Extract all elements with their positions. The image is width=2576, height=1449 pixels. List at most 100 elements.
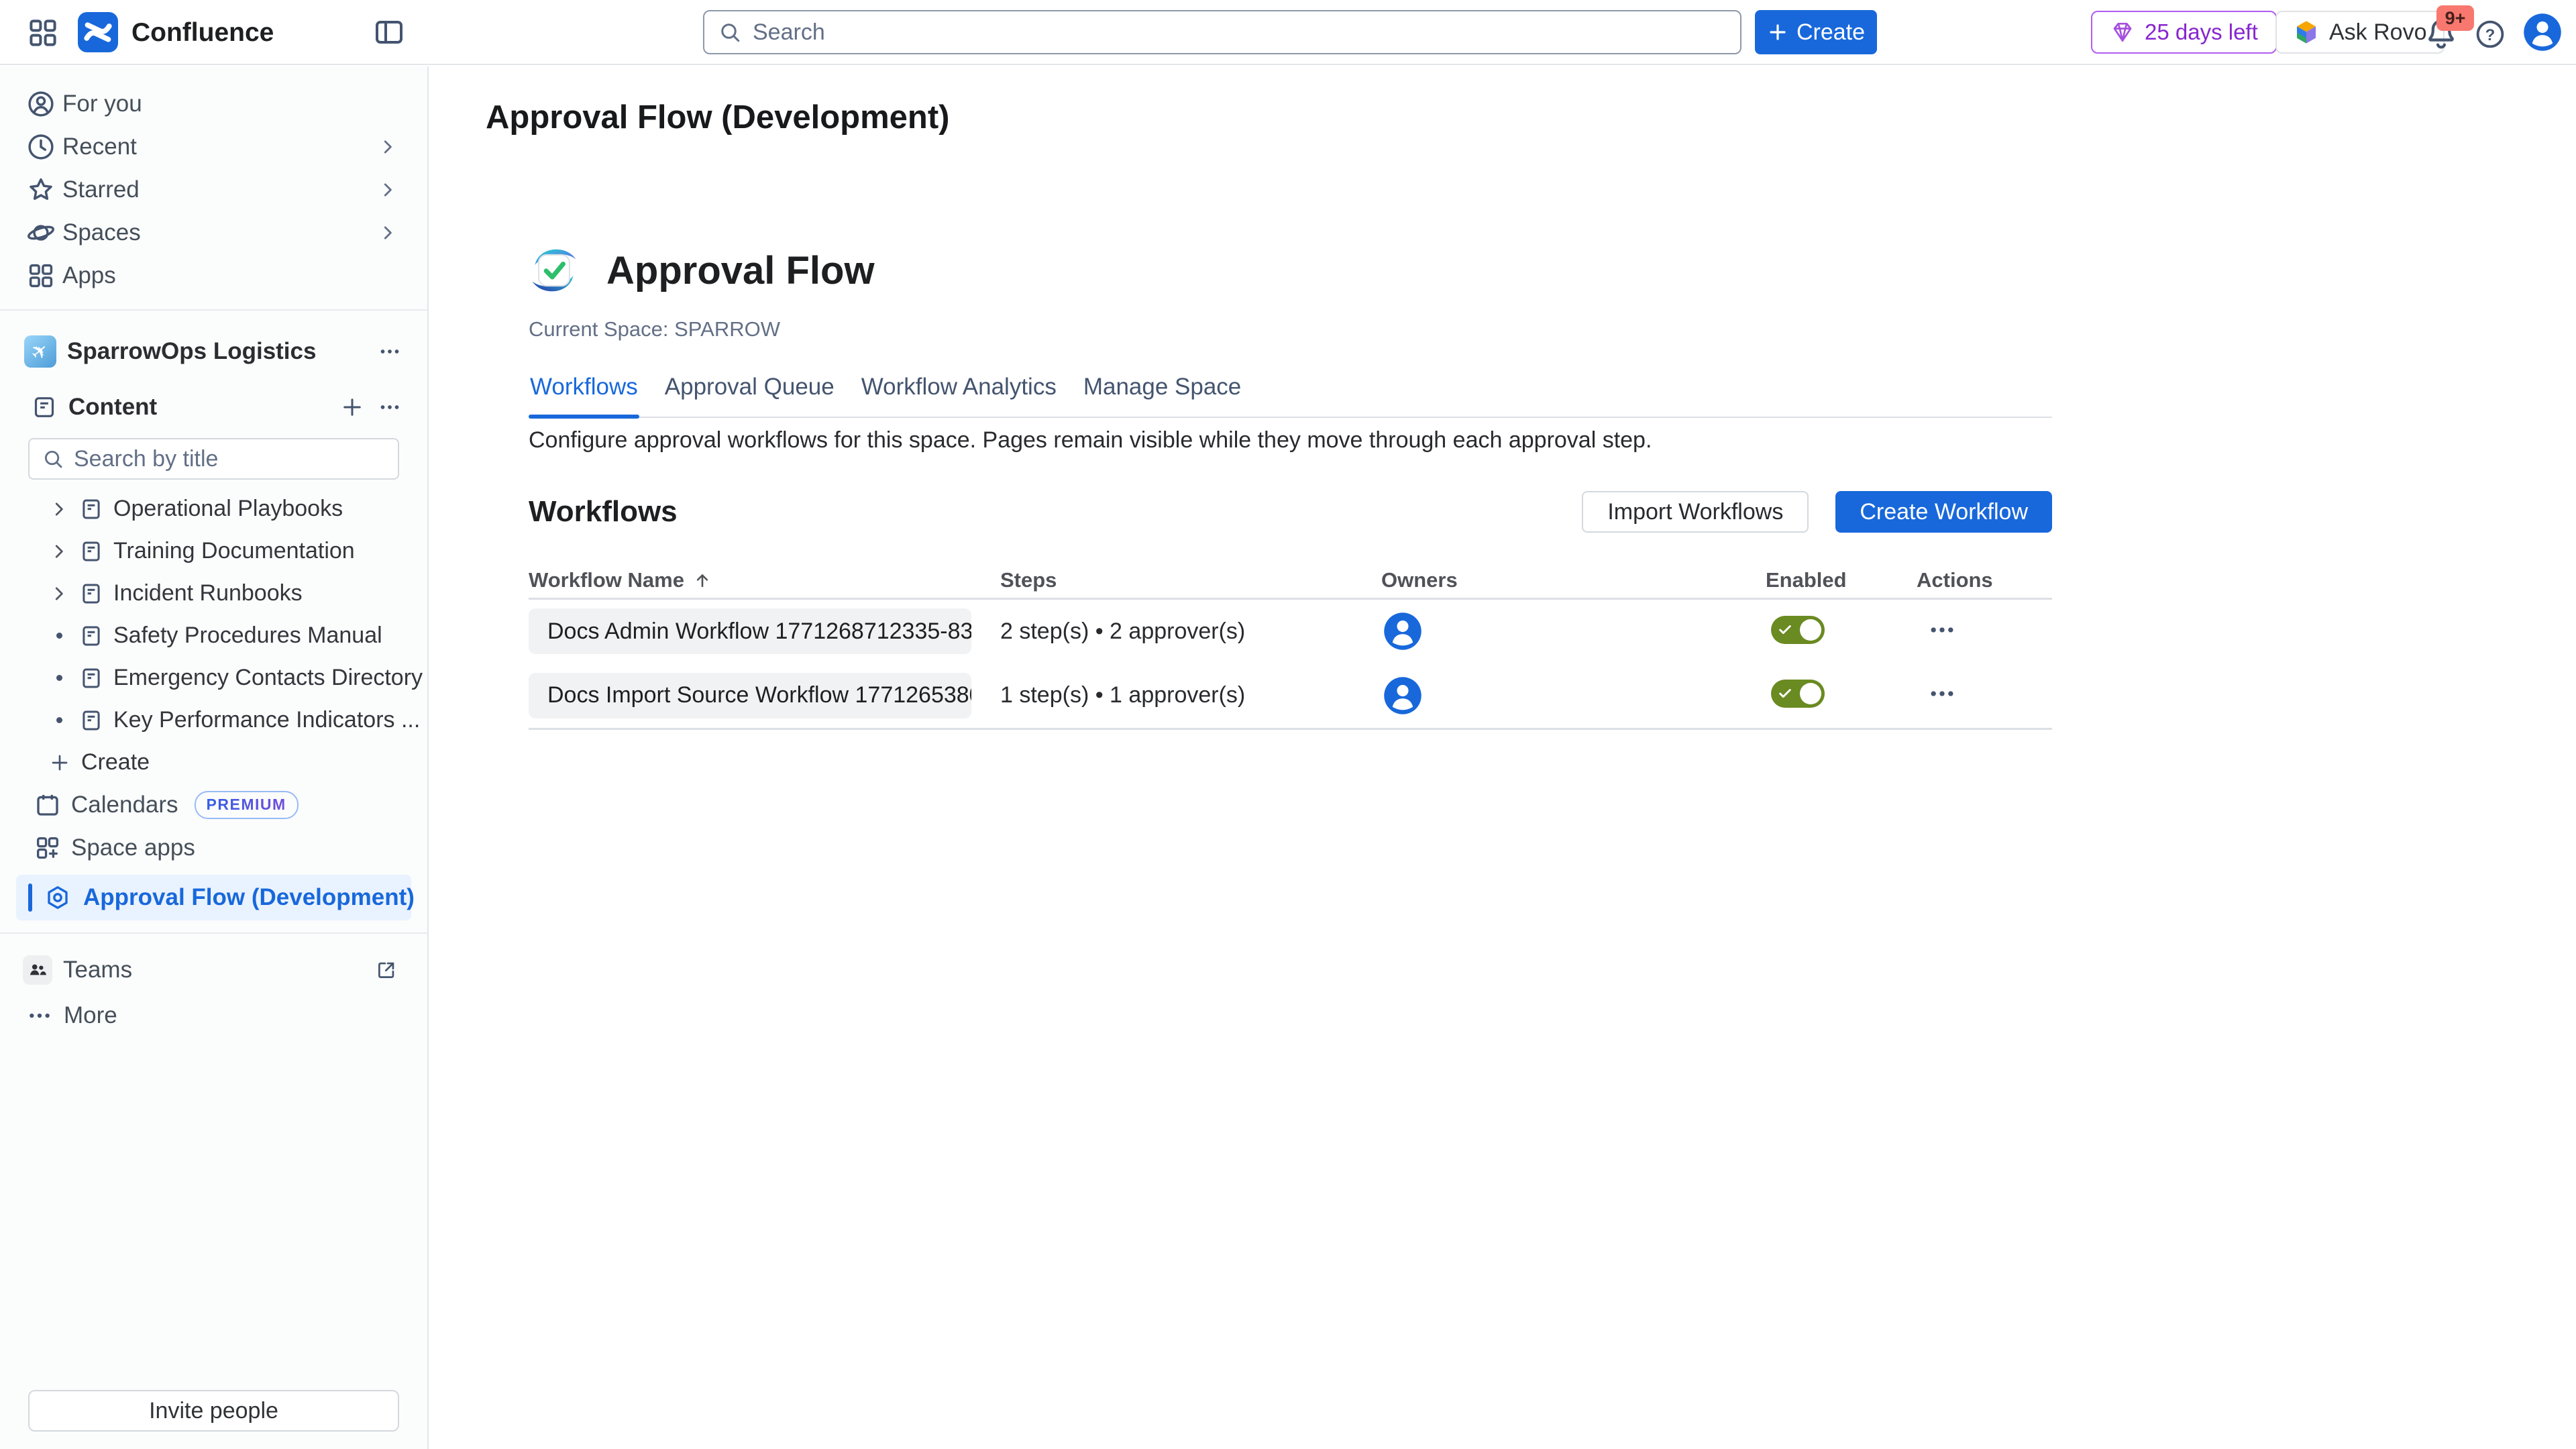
- app-switcher-icon[interactable]: [27, 17, 59, 49]
- invite-people-button[interactable]: Invite people: [28, 1390, 399, 1432]
- more-label: More: [64, 1002, 117, 1029]
- page-icon: [78, 665, 104, 691]
- app-badge-icon: [44, 884, 71, 911]
- calendars-label: Calendars: [71, 792, 178, 818]
- sidebar-item-starred[interactable]: Starred: [0, 168, 427, 211]
- clock-icon: [26, 132, 56, 162]
- search-input[interactable]: [753, 19, 1727, 46]
- column-header-steps: Steps: [1000, 568, 1381, 592]
- divider: [0, 932, 427, 934]
- enabled-toggle[interactable]: [1771, 680, 1825, 708]
- row-actions-icon[interactable]: [1927, 615, 1968, 645]
- tab-approval-queue[interactable]: Approval Queue: [663, 374, 836, 417]
- space-header[interactable]: ✈ SparrowOps Logistics: [0, 323, 427, 380]
- page-label: Emergency Contacts Directory: [113, 665, 423, 691]
- sidebar-page-operational-playbooks[interactable]: Operational Playbooks: [0, 488, 427, 530]
- page-label: Safety Procedures Manual: [113, 623, 382, 649]
- add-content-icon[interactable]: [339, 394, 366, 421]
- sidebar-page-training-documentation[interactable]: Training Documentation: [0, 530, 427, 572]
- tab-workflows[interactable]: Workflows: [529, 374, 639, 417]
- planet-icon: [26, 218, 56, 248]
- content-more-icon[interactable]: [376, 394, 403, 421]
- sidebar-item-approval-flow-active[interactable]: Approval Flow (Development): [16, 875, 411, 920]
- sidebar-item-apps[interactable]: Apps: [0, 254, 427, 297]
- sidebar-page-safety-procedures-manual[interactable]: Safety Procedures Manual: [0, 614, 427, 657]
- content-search-input[interactable]: [74, 446, 386, 472]
- workflows-section-title: Workflows: [529, 495, 678, 529]
- user-avatar[interactable]: [2521, 11, 2564, 54]
- workflow-steps: 2 step(s) • 2 approver(s): [1000, 619, 1381, 645]
- sidebar-create-page[interactable]: Create: [0, 741, 427, 784]
- trial-days-left-button[interactable]: 25 days left: [2091, 11, 2277, 54]
- chevron-right-icon: [49, 499, 69, 519]
- page-icon: [78, 539, 104, 564]
- table-row: Docs Import Source Workflow 17712653804.…: [529, 663, 2052, 730]
- sidebar-item-teams[interactable]: Teams: [0, 946, 427, 994]
- sidebar-page-emergency-contacts-directory[interactable]: Emergency Contacts Directory: [0, 657, 427, 699]
- page-title: Approval Flow (Development): [486, 99, 2576, 136]
- workflow-name-link[interactable]: Docs Import Source Workflow 17712653804.…: [529, 673, 971, 718]
- enabled-toggle[interactable]: [1771, 616, 1825, 644]
- sidebar-item-label: Spaces: [62, 219, 141, 246]
- chevron-right-icon: [49, 541, 69, 561]
- page-label: Incident Runbooks: [113, 580, 303, 606]
- sidebar-page-incident-runbooks[interactable]: Incident Runbooks: [0, 572, 427, 614]
- import-workflows-button[interactable]: Import Workflows: [1582, 491, 1809, 533]
- sort-ascending-icon: [692, 570, 712, 590]
- sidebar-item-calendars[interactable]: Calendars PREMIUM: [0, 784, 427, 826]
- tab-description: Configure approval workflows for this sp…: [529, 427, 2052, 453]
- teams-icon: [23, 955, 52, 985]
- content-label: Content: [68, 394, 328, 421]
- column-header-workflow-name[interactable]: Workflow Name: [529, 568, 1000, 592]
- table-row: Docs Admin Workflow 1771268712335-83113 …: [529, 600, 2052, 663]
- tab-bar: Workflows Approval Queue Workflow Analyt…: [529, 374, 2052, 418]
- collapse-sidebar-icon[interactable]: [373, 16, 405, 48]
- table-header-row: Workflow Name Steps Owners Enabled Actio…: [529, 562, 2052, 600]
- help-icon[interactable]: ?: [2474, 18, 2506, 50]
- content-icon: [31, 394, 58, 421]
- sidebar: For you Recent Starred: [0, 66, 429, 1449]
- current-space-label: Current Space: SPARROW: [529, 317, 2052, 341]
- app-header: Approval Flow: [529, 245, 2052, 296]
- page-icon: [78, 623, 104, 649]
- page-icon: [78, 581, 104, 606]
- bullet-icon: [49, 710, 69, 731]
- tab-workflow-analytics[interactable]: Workflow Analytics: [860, 374, 1058, 417]
- check-icon: [1778, 686, 1792, 701]
- content-search: [28, 438, 399, 480]
- toggle-knob: [1800, 619, 1821, 641]
- ask-rovo-button[interactable]: Ask Rovo: [2275, 11, 2445, 54]
- page-label: Key Performance Indicators ...: [113, 707, 420, 733]
- plus-icon: [1767, 21, 1788, 43]
- sidebar-item-for-you[interactable]: For you: [0, 83, 427, 125]
- sidebar-item-spaces[interactable]: Spaces: [0, 211, 427, 254]
- space-avatar-plane-icon: ✈: [24, 335, 56, 368]
- create-button[interactable]: Create: [1755, 10, 1877, 54]
- confluence-logo-icon[interactable]: [78, 12, 118, 52]
- create-workflow-button[interactable]: Create Workflow: [1835, 491, 2052, 533]
- space-more-icon[interactable]: [376, 338, 403, 365]
- external-link-icon: [375, 959, 398, 981]
- chevron-right-icon: [378, 137, 398, 157]
- content-section-header[interactable]: Content: [0, 387, 427, 427]
- sidebar-item-label: Apps: [62, 262, 116, 289]
- column-header-enabled: Enabled: [1766, 568, 1917, 592]
- plus-icon: [49, 752, 70, 773]
- tab-manage-space[interactable]: Manage Space: [1082, 374, 1242, 417]
- workflow-name-link[interactable]: Docs Admin Workflow 1771268712335-83113: [529, 608, 971, 654]
- sidebar-page-key-performance-indicators[interactable]: Key Performance Indicators ...: [0, 699, 427, 741]
- sidebar-item-recent[interactable]: Recent: [0, 125, 427, 168]
- check-icon: [1778, 623, 1792, 637]
- page-icon: [78, 496, 104, 522]
- row-actions-icon[interactable]: [1927, 679, 1968, 708]
- chevron-right-icon: [378, 180, 398, 200]
- svg-text:?: ?: [2485, 26, 2496, 44]
- sidebar-item-more[interactable]: More: [0, 994, 427, 1037]
- sidebar-item-label: Starred: [62, 176, 140, 203]
- person-circle-icon: [26, 89, 56, 119]
- workflows-table: Workflow Name Steps Owners Enabled Actio…: [529, 562, 2052, 730]
- app-title: Approval Flow: [606, 248, 875, 293]
- calendar-icon: [34, 791, 62, 819]
- space-name: SparrowOps Logistics: [67, 338, 366, 365]
- sidebar-item-space-apps[interactable]: Space apps: [0, 826, 427, 869]
